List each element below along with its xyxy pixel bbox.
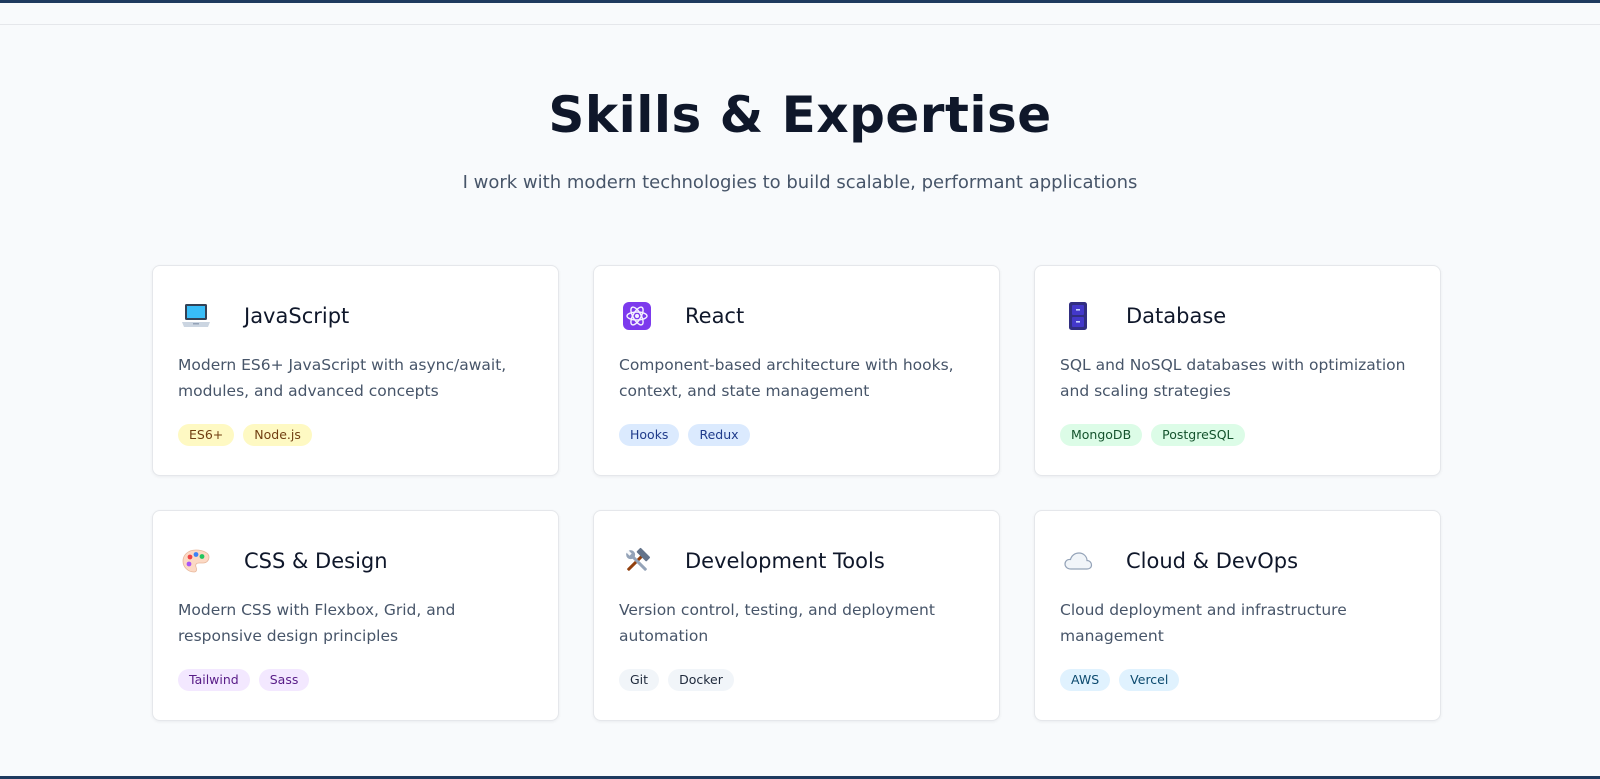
tag-vercel: Vercel <box>1119 669 1180 691</box>
tag-list: AWS Vercel <box>1060 669 1180 691</box>
tag-list: Hooks Redux <box>619 424 750 446</box>
tag-docker: Docker <box>668 669 734 691</box>
tag-list: Git Docker <box>619 669 734 691</box>
skill-card-database: Database SQL and NoSQL databases with op… <box>1034 265 1441 476</box>
skill-card-react: React Component-based architecture with … <box>593 265 1000 476</box>
skills-grid: JavaScript Modern ES6+ JavaScript with a… <box>152 265 1442 721</box>
card-title: React <box>685 304 745 328</box>
skill-card-css-design: CSS & Design Modern CSS with Flexbox, Gr… <box>152 510 559 721</box>
tag-list: Tailwind Sass <box>178 669 310 691</box>
cloud-icon <box>1060 545 1096 577</box>
card-title: JavaScript <box>244 304 350 328</box>
skill-card-javascript: JavaScript Modern ES6+ JavaScript with a… <box>152 265 559 476</box>
section-subtitle: I work with modern technologies to build… <box>462 172 1138 193</box>
atom-icon <box>619 300 655 332</box>
tag-sass: Sass <box>258 669 310 691</box>
card-description: Cloud deployment and infrastructure mana… <box>1060 601 1347 645</box>
card-title: Database <box>1126 304 1227 328</box>
card-title: Development Tools <box>685 549 885 573</box>
tag-tailwind: Tailwind <box>178 669 250 691</box>
tag-nodejs: Node.js <box>243 424 312 446</box>
tag-es6: ES6+ <box>178 424 235 446</box>
skill-card-cloud-devops: Cloud & DevOps Cloud deployment and infr… <box>1034 510 1441 721</box>
card-description: Component-based architecture with hooks,… <box>619 356 954 400</box>
card-description: Modern ES6+ JavaScript with async/await,… <box>178 356 507 400</box>
tag-mongodb: MongoDB <box>1060 424 1143 446</box>
top-accent-bar <box>0 0 1600 3</box>
tag-list: ES6+ Node.js <box>178 424 312 446</box>
tag-list: MongoDB PostgreSQL <box>1060 424 1245 446</box>
header-divider <box>0 24 1600 25</box>
card-description: Modern CSS with Flexbox, Grid, and respo… <box>178 601 456 645</box>
tag-aws: AWS <box>1060 669 1111 691</box>
card-title: Cloud & DevOps <box>1126 549 1299 573</box>
card-description: Version control, testing, and deployment… <box>619 601 935 645</box>
section-title: Skills & Expertise <box>548 86 1052 144</box>
card-description: SQL and NoSQL databases with optimizatio… <box>1060 356 1406 400</box>
palette-icon <box>178 545 214 577</box>
hammer-wrench-icon <box>619 545 655 577</box>
card-title: CSS & Design <box>244 549 388 573</box>
laptop-icon <box>178 300 214 332</box>
tag-hooks: Hooks <box>619 424 680 446</box>
tag-postgresql: PostgreSQL <box>1151 424 1245 446</box>
tag-git: Git <box>619 669 660 691</box>
file-cabinet-icon <box>1060 300 1096 332</box>
tag-redux: Redux <box>688 424 750 446</box>
skill-card-development-tools: Development Tools Version control, testi… <box>593 510 1000 721</box>
